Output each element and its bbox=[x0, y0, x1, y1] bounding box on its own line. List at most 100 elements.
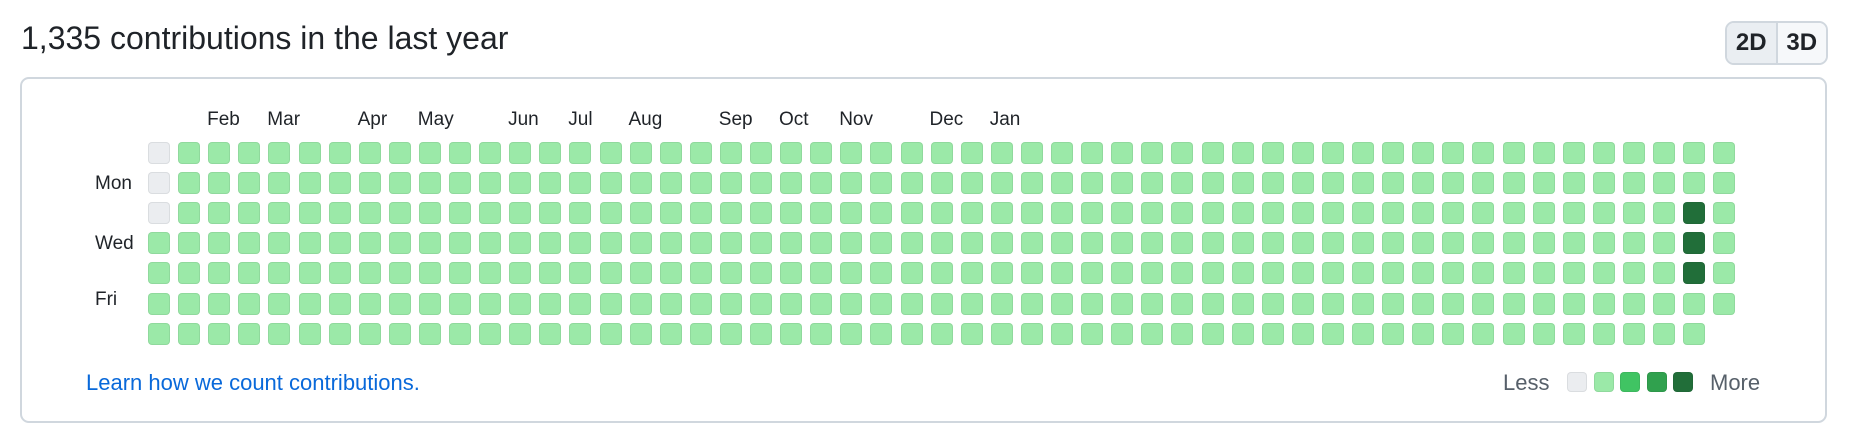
toggle-2d-button[interactable]: 2D bbox=[1727, 23, 1776, 63]
contribution-day-cell[interactable] bbox=[208, 262, 231, 285]
contribution-day-cell[interactable] bbox=[689, 202, 712, 225]
contribution-day-cell[interactable] bbox=[1592, 172, 1615, 195]
contribution-day-cell[interactable] bbox=[719, 322, 742, 345]
contribution-day-cell[interactable] bbox=[990, 292, 1013, 315]
contribution-day-cell[interactable] bbox=[900, 262, 923, 285]
contribution-day-cell[interactable] bbox=[719, 142, 742, 164]
contribution-day-cell[interactable] bbox=[1502, 262, 1525, 285]
contribution-day-cell[interactable] bbox=[840, 262, 863, 285]
contribution-day-cell[interactable] bbox=[569, 292, 592, 315]
contribution-day-cell[interactable] bbox=[1622, 322, 1645, 345]
contribution-day-cell[interactable] bbox=[870, 292, 893, 315]
contribution-day-cell[interactable] bbox=[1502, 322, 1525, 345]
contribution-day-cell[interactable] bbox=[208, 142, 231, 164]
contribution-day-cell[interactable] bbox=[1141, 262, 1164, 285]
contribution-day-cell[interactable] bbox=[1261, 172, 1284, 195]
contribution-day-cell[interactable] bbox=[1382, 172, 1405, 195]
contribution-day-cell[interactable] bbox=[1111, 232, 1134, 255]
contribution-day-cell[interactable] bbox=[479, 142, 502, 164]
contribution-day-cell[interactable] bbox=[1472, 322, 1495, 345]
contribution-day-cell[interactable] bbox=[539, 172, 562, 195]
contribution-day-cell[interactable] bbox=[1321, 232, 1344, 255]
contribution-day-cell[interactable] bbox=[569, 262, 592, 285]
contribution-day-cell[interactable] bbox=[1622, 172, 1645, 195]
contribution-day-cell[interactable] bbox=[268, 172, 291, 195]
contribution-day-cell[interactable] bbox=[840, 142, 863, 164]
contribution-day-cell[interactable] bbox=[1171, 292, 1194, 315]
contribution-day-cell[interactable] bbox=[449, 232, 471, 255]
contribution-day-cell[interactable] bbox=[930, 172, 953, 195]
contribution-day-cell[interactable] bbox=[388, 262, 411, 285]
contribution-day-cell[interactable] bbox=[659, 142, 682, 164]
contribution-day-cell[interactable] bbox=[388, 172, 411, 195]
contribution-day-cell[interactable] bbox=[358, 292, 381, 315]
contribution-day-cell[interactable] bbox=[1713, 172, 1736, 195]
contribution-day-cell[interactable] bbox=[479, 322, 502, 345]
contribution-day-cell[interactable] bbox=[930, 142, 953, 164]
contribution-day-cell[interactable] bbox=[1141, 322, 1164, 345]
contribution-day-cell[interactable] bbox=[870, 262, 893, 285]
contribution-day-cell[interactable] bbox=[1472, 172, 1495, 195]
contribution-day-cell[interactable] bbox=[1562, 232, 1585, 255]
contribution-day-cell[interactable] bbox=[328, 292, 351, 315]
contribution-day-cell[interactable] bbox=[1562, 202, 1585, 225]
contribution-day-cell[interactable] bbox=[1382, 202, 1405, 225]
contribution-day-cell[interactable] bbox=[1502, 292, 1525, 315]
contribution-day-cell[interactable] bbox=[719, 292, 742, 315]
contribution-day-cell[interactable] bbox=[1713, 232, 1736, 255]
contribution-day-cell[interactable] bbox=[1020, 322, 1043, 345]
contribution-day-cell[interactable] bbox=[358, 232, 381, 255]
contribution-day-cell[interactable] bbox=[1622, 232, 1645, 255]
contribution-day-cell[interactable] bbox=[900, 202, 923, 225]
contribution-day-cell[interactable] bbox=[1382, 232, 1405, 255]
contribution-day-cell[interactable] bbox=[539, 262, 562, 285]
contribution-day-cell[interactable] bbox=[539, 232, 562, 255]
contribution-day-cell[interactable] bbox=[1683, 262, 1706, 285]
contribution-day-cell[interactable] bbox=[750, 202, 772, 225]
contribution-day-cell[interactable] bbox=[629, 142, 652, 164]
contribution-day-cell[interactable] bbox=[659, 292, 682, 315]
contribution-day-cell[interactable] bbox=[298, 262, 321, 285]
contribution-day-cell[interactable] bbox=[569, 142, 592, 164]
contribution-day-cell[interactable] bbox=[599, 232, 622, 255]
contribution-day-cell[interactable] bbox=[1020, 232, 1043, 255]
contribution-day-cell[interactable] bbox=[148, 142, 170, 164]
contribution-day-cell[interactable] bbox=[1442, 322, 1465, 345]
contribution-day-cell[interactable] bbox=[449, 142, 471, 164]
contribution-day-cell[interactable] bbox=[1592, 232, 1615, 255]
contribution-day-cell[interactable] bbox=[1532, 202, 1555, 225]
contribution-day-cell[interactable] bbox=[148, 202, 170, 225]
contribution-day-cell[interactable] bbox=[328, 262, 351, 285]
contribution-day-cell[interactable] bbox=[900, 292, 923, 315]
contribution-day-cell[interactable] bbox=[629, 232, 652, 255]
contribution-day-cell[interactable] bbox=[1111, 202, 1134, 225]
contribution-day-cell[interactable] bbox=[268, 322, 291, 345]
contribution-day-cell[interactable] bbox=[1683, 202, 1706, 225]
contribution-day-cell[interactable] bbox=[1261, 292, 1284, 315]
contribution-day-cell[interactable] bbox=[1713, 262, 1736, 285]
contribution-day-cell[interactable] bbox=[780, 322, 803, 345]
contribution-day-cell[interactable] bbox=[509, 232, 532, 255]
contribution-day-cell[interactable] bbox=[990, 142, 1013, 164]
contribution-day-cell[interactable] bbox=[178, 322, 201, 345]
contribution-day-cell[interactable] bbox=[449, 262, 471, 285]
contribution-day-cell[interactable] bbox=[1231, 202, 1254, 225]
contribution-day-cell[interactable] bbox=[449, 202, 471, 225]
contribution-day-cell[interactable] bbox=[1051, 262, 1073, 285]
contribution-day-cell[interactable] bbox=[689, 262, 712, 285]
contribution-day-cell[interactable] bbox=[870, 142, 893, 164]
contribution-day-cell[interactable] bbox=[1683, 322, 1706, 345]
contribution-day-cell[interactable] bbox=[1141, 172, 1164, 195]
contribution-day-cell[interactable] bbox=[238, 322, 261, 345]
contribution-day-cell[interactable] bbox=[599, 172, 622, 195]
contribution-day-cell[interactable] bbox=[930, 202, 953, 225]
contribution-day-cell[interactable] bbox=[509, 262, 532, 285]
contribution-day-cell[interactable] bbox=[1592, 202, 1615, 225]
contribution-day-cell[interactable] bbox=[1291, 202, 1314, 225]
contribution-day-cell[interactable] bbox=[569, 202, 592, 225]
contribution-day-cell[interactable] bbox=[750, 142, 772, 164]
contribution-day-cell[interactable] bbox=[479, 202, 502, 225]
contribution-day-cell[interactable] bbox=[629, 202, 652, 225]
contribution-day-cell[interactable] bbox=[780, 232, 803, 255]
contribution-day-cell[interactable] bbox=[599, 142, 622, 164]
